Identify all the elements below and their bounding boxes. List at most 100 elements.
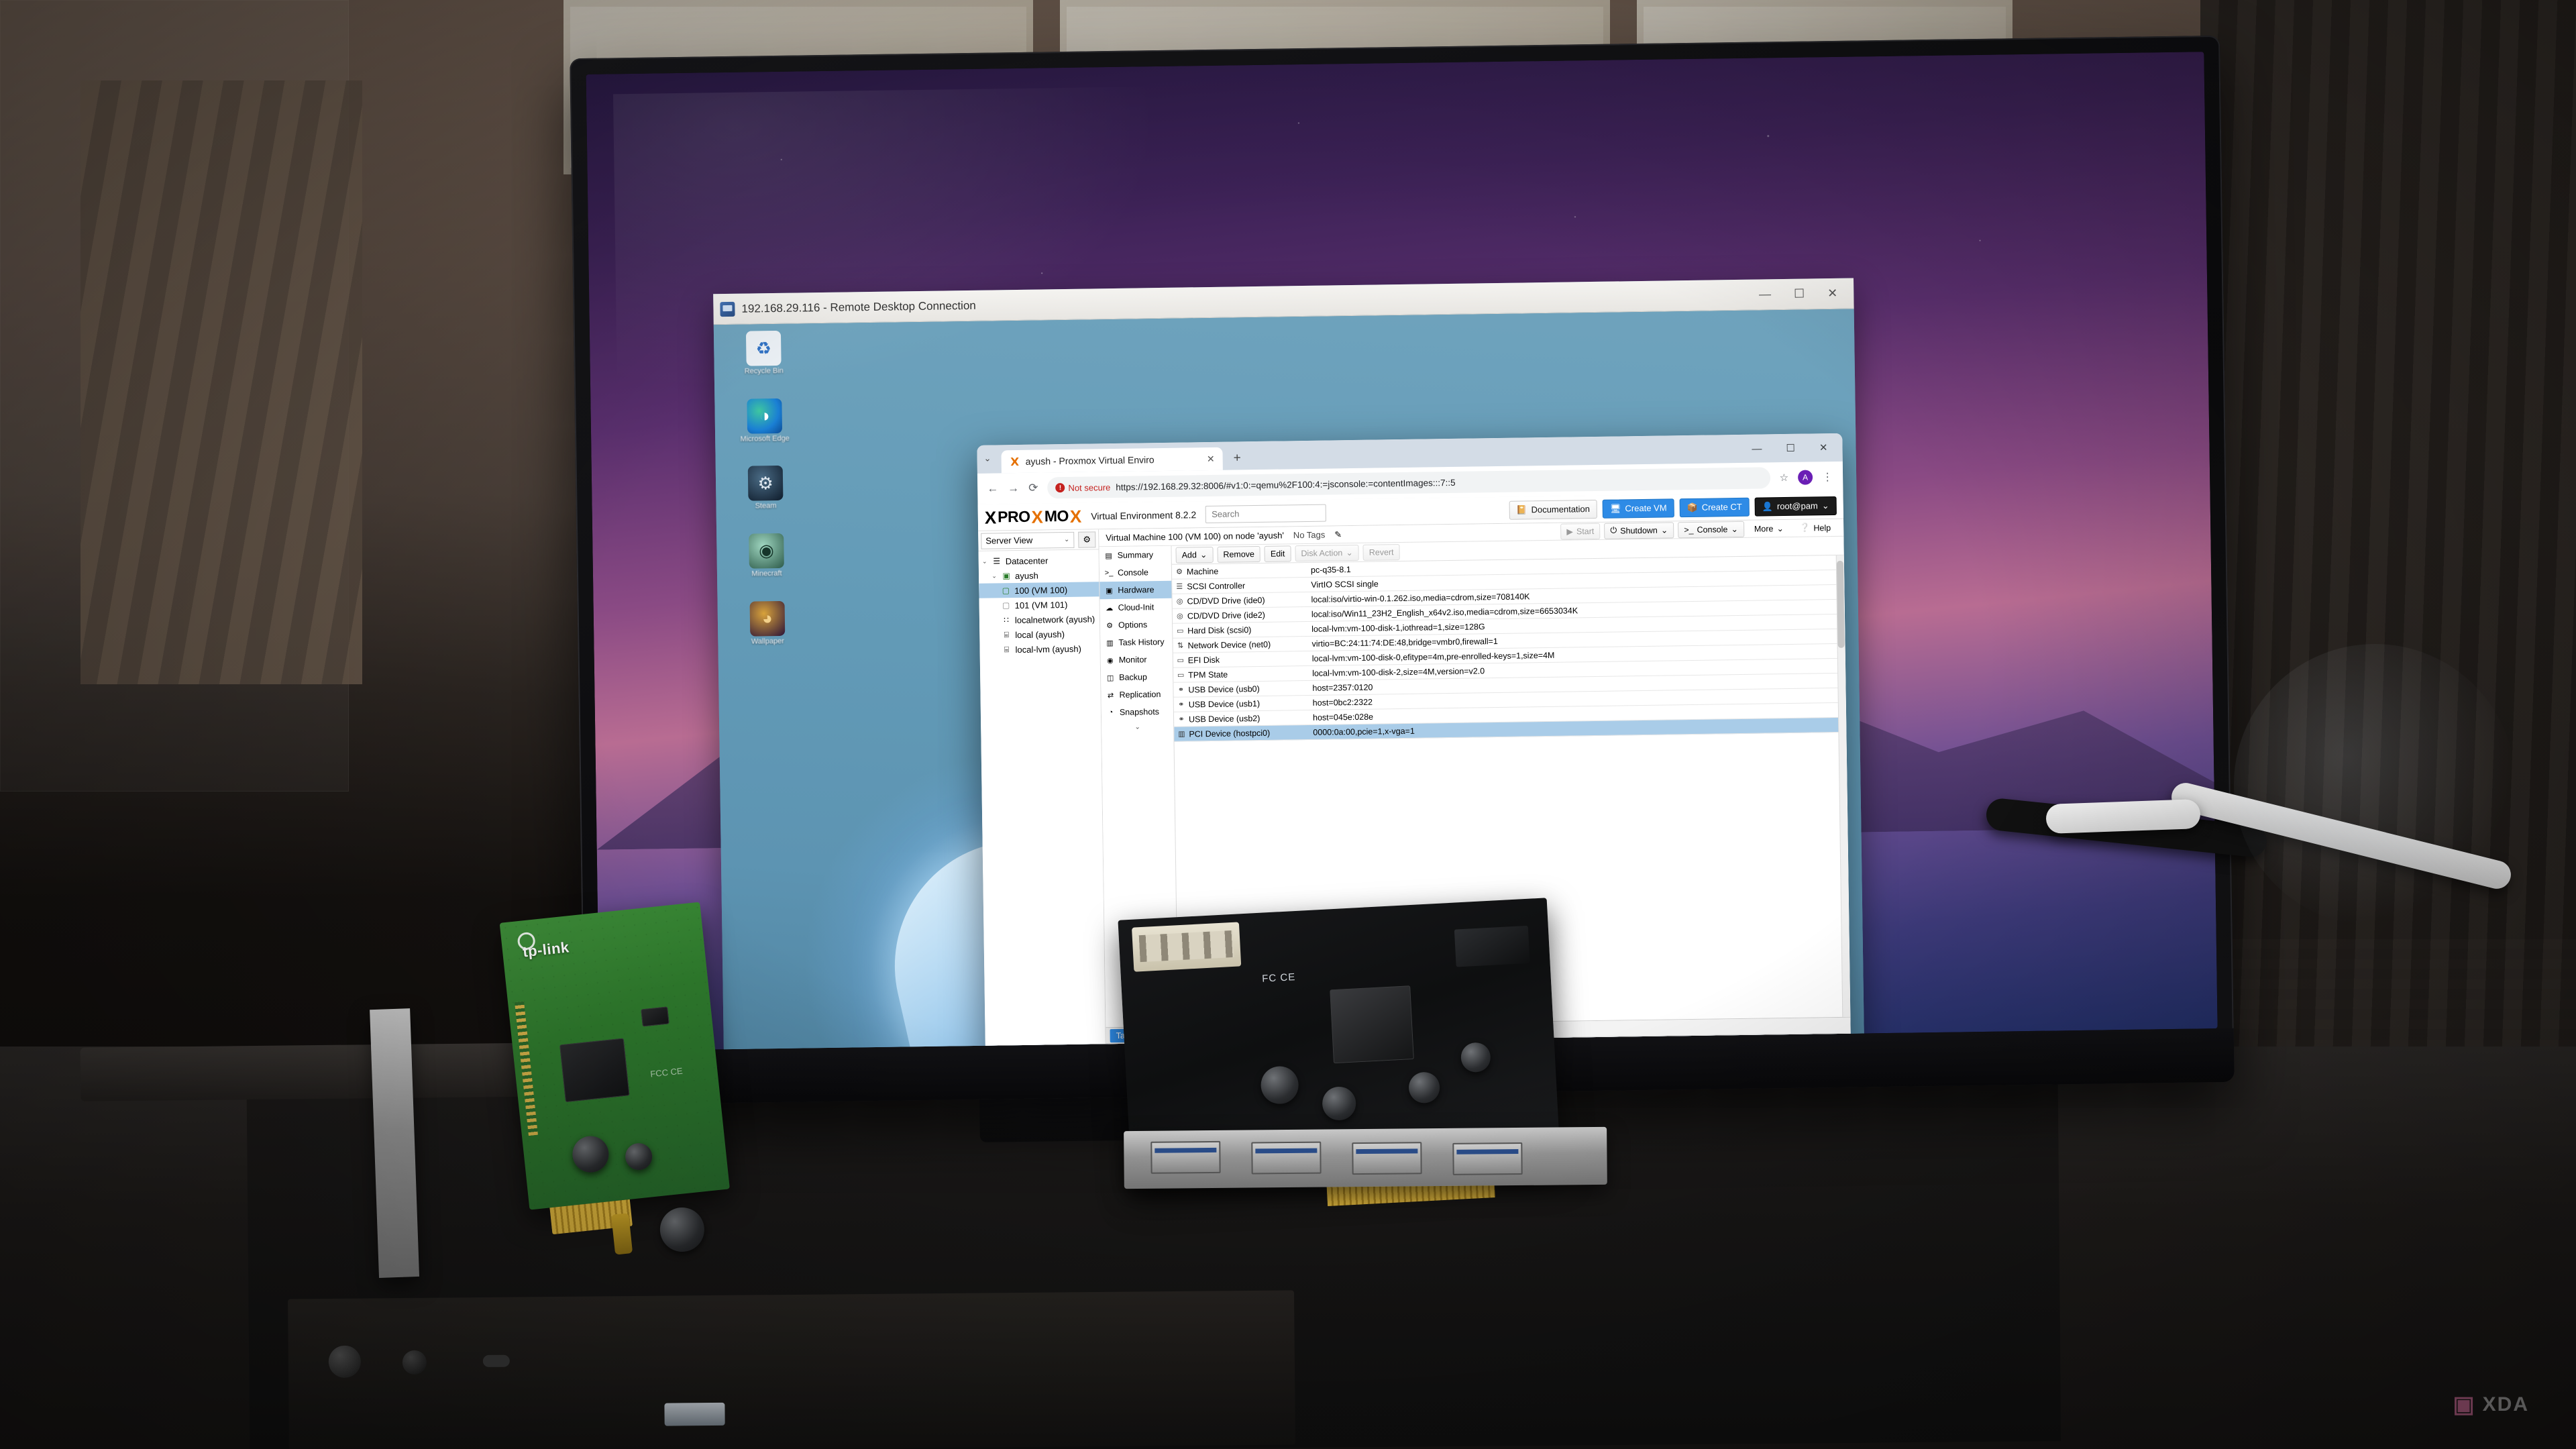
- desktop-icon-label: Wallpaper: [751, 637, 785, 646]
- chrome-menu-icon[interactable]: ⋮: [1822, 470, 1833, 484]
- chevron-down-icon[interactable]: ⌄: [1661, 525, 1668, 535]
- tree-item-vm-101[interactable]: ▢ 101 (VM 101): [979, 596, 1099, 612]
- book-icon: 📔: [1516, 504, 1527, 515]
- proxmox-sidebar[interactable]: Server View ⌄ ⚙ ⌄ ☰ Datacenter ⌄ ▣ ayush…: [978, 529, 1108, 1051]
- not-secure-badge[interactable]: ! Not secure: [1055, 482, 1110, 493]
- view-selector[interactable]: Server View ⌄: [981, 531, 1075, 549]
- bookmark-star-icon[interactable]: ☆: [1780, 472, 1789, 484]
- scrollbar-thumb[interactable]: [1836, 560, 1845, 648]
- documentation-button[interactable]: 📔 Documentation: [1509, 499, 1598, 520]
- tree-item-datacenter[interactable]: ⌄ ☰ Datacenter: [979, 552, 1099, 568]
- vm-nav-backup[interactable]: ◫ Backup: [1101, 668, 1173, 686]
- rdp-close-button[interactable]: ✕: [1827, 286, 1837, 301]
- console-button[interactable]: >_ Console ⌄: [1678, 521, 1745, 538]
- chrome-window-controls[interactable]: — ☐ ✕: [1737, 433, 1843, 463]
- revert-button[interactable]: Revert: [1362, 543, 1400, 561]
- chevron-down-icon[interactable]: ⌄: [1731, 524, 1738, 534]
- hardware-scrollbar[interactable]: [1835, 555, 1851, 1017]
- twisty-icon[interactable]: ⌄: [981, 557, 988, 565]
- vm-nav-console[interactable]: >_ Console: [1099, 564, 1171, 582]
- avatar[interactable]: A: [1797, 470, 1813, 485]
- cabinet-front-panel: [288, 1290, 1295, 1449]
- shutdown-button[interactable]: ⏻ Shutdown ⌄: [1604, 521, 1674, 539]
- documentation-label: Documentation: [1531, 504, 1591, 515]
- chrome-maximize-button[interactable]: ☐: [1786, 442, 1795, 454]
- chrome-minimize-button[interactable]: —: [1752, 443, 1762, 454]
- chevron-down-icon[interactable]: ⌄: [1200, 549, 1208, 559]
- start-button[interactable]: ▶ Start: [1560, 523, 1601, 540]
- machine-icon: ⚙: [1175, 568, 1183, 576]
- close-icon[interactable]: ✕: [1207, 453, 1215, 464]
- tree-item-storage-local-lvm[interactable]: ⌸ local-lvm (ayush): [979, 641, 1099, 657]
- disk-action-button[interactable]: Disk Action ⌄: [1295, 544, 1359, 561]
- tags-label[interactable]: No Tags: [1293, 530, 1326, 541]
- new-tab-button[interactable]: +: [1233, 451, 1240, 466]
- chevron-down-icon: ⌄: [1821, 500, 1829, 511]
- tree-item-label: 100 (VM 100): [1014, 584, 1068, 596]
- proxmox-logo[interactable]: X PRO X MO X: [985, 506, 1082, 527]
- more-button[interactable]: More ⌄: [1748, 520, 1790, 537]
- twisty-icon[interactable]: ⌄: [991, 572, 998, 580]
- view-selector-row[interactable]: Server View ⌄ ⚙: [978, 529, 1099, 551]
- desktop-icon-app[interactable]: ◕ Wallpaper: [727, 600, 808, 646]
- desktop-icon-microsoft-edge[interactable]: ◑ Microsoft Edge: [724, 398, 805, 443]
- desktop-icon-minecraft[interactable]: ◉ Minecraft: [726, 533, 807, 578]
- pencil-icon[interactable]: ✎: [1334, 529, 1342, 540]
- vm-nav-expand-icon[interactable]: ⌄: [1102, 720, 1173, 733]
- chevron-down-icon[interactable]: ⌄: [1776, 523, 1784, 533]
- molex-power-connector: [1132, 922, 1242, 972]
- chevron-down-icon[interactable]: ⌄: [984, 453, 991, 464]
- search-input[interactable]: Search: [1205, 504, 1327, 523]
- chrome-close-button[interactable]: ✕: [1819, 441, 1828, 453]
- remove-button[interactable]: Remove: [1217, 545, 1261, 563]
- vm-nav-snapshots[interactable]: ◔ Snapshots: [1102, 703, 1173, 721]
- back-button[interactable]: ←: [987, 482, 998, 495]
- terminal-icon: >_: [1684, 525, 1694, 535]
- wall-poster-dolphin: [2234, 644, 2516, 926]
- harddisk-icon: ▭: [1176, 627, 1184, 635]
- datacenter-icon: ☰: [993, 556, 1001, 566]
- vm-nav-task-history[interactable]: ▥ Task History: [1100, 633, 1172, 651]
- vm-nav-hardware[interactable]: ▣ Hardware: [1099, 580, 1172, 600]
- vm-nav-label: Snapshots: [1119, 707, 1160, 717]
- sidebar-settings-button[interactable]: ⚙: [1078, 531, 1096, 548]
- user-menu-button[interactable]: 👤 root@pam ⌄: [1754, 496, 1837, 517]
- address-bar[interactable]: ! Not secure https://192.168.29.32:8006/…: [1047, 467, 1770, 499]
- desktop-icon-recycle-bin[interactable]: ♻ Recycle Bin: [723, 330, 804, 376]
- vm-action-toolbar[interactable]: ▶ Start ⏻ Shutdown ⌄ >_ Console ⌄ More ⌄…: [1560, 519, 1837, 540]
- reload-button[interactable]: ⟳: [1028, 482, 1038, 495]
- tree-item-storage-local[interactable]: ⌸ local (ayush): [979, 626, 1099, 642]
- start-label: Start: [1576, 526, 1595, 536]
- tree-item-node-ayush[interactable]: ⌄ ▣ ayush: [979, 567, 1099, 583]
- vm-nav-cloud-init[interactable]: ☁ Cloud-Init: [1100, 598, 1172, 616]
- tree-item-localnetwork[interactable]: ∷ localnetwork (ayush): [979, 611, 1099, 627]
- resource-tree[interactable]: ⌄ ☰ Datacenter ⌄ ▣ ayush ▢ 100 (VM 100) …: [979, 549, 1100, 659]
- create-ct-button[interactable]: 📦 Create CT: [1679, 497, 1750, 517]
- vm-nav-monitor[interactable]: ◉ Monitor: [1101, 651, 1173, 669]
- disk-action-label: Disk Action: [1301, 547, 1343, 558]
- hardware-key: Network Device (net0): [1187, 639, 1271, 650]
- cabinet-usb-port: [664, 1402, 725, 1426]
- hardware-key: TPM State: [1188, 669, 1228, 680]
- edit-button[interactable]: Edit: [1264, 545, 1291, 562]
- smd-component: [641, 1006, 669, 1027]
- create-vm-button[interactable]: 🖥 Create VM: [1602, 498, 1674, 519]
- power-icon: ⏻: [1610, 525, 1617, 535]
- proxmox-logo-x3: X: [1069, 506, 1082, 527]
- tree-item-vm-100[interactable]: ▢ 100 (VM 100): [979, 582, 1099, 598]
- help-button[interactable]: ❔ Help: [1794, 519, 1837, 536]
- vm-nav-options[interactable]: ⚙ Options: [1100, 616, 1172, 634]
- rdp-minimize-button[interactable]: —: [1759, 287, 1771, 301]
- desktop-icon-list[interactable]: ♻ Recycle Bin ◑ Microsoft Edge ⚙ Steam ◉…: [723, 330, 808, 669]
- rdp-window-controls[interactable]: — ☐ ✕: [1759, 286, 1847, 302]
- chevron-down-icon[interactable]: ⌄: [1346, 547, 1353, 557]
- forward-button[interactable]: →: [1008, 482, 1019, 495]
- vm-nav-summary[interactable]: ▤ Summary: [1099, 546, 1171, 564]
- browser-tab[interactable]: ayush - Proxmox Virtual Enviro ✕: [1001, 447, 1223, 474]
- replication-icon: ⇄: [1107, 691, 1114, 700]
- add-button[interactable]: Add ⌄: [1175, 546, 1214, 564]
- rdp-maximize-button[interactable]: ☐: [1794, 287, 1805, 301]
- proxmox-header-actions[interactable]: 📔 Documentation 🖥 Create VM 📦 Create CT: [1509, 496, 1837, 520]
- vm-nav-replication[interactable]: ⇄ Replication: [1101, 686, 1173, 704]
- desktop-icon-steam[interactable]: ⚙ Steam: [725, 466, 806, 511]
